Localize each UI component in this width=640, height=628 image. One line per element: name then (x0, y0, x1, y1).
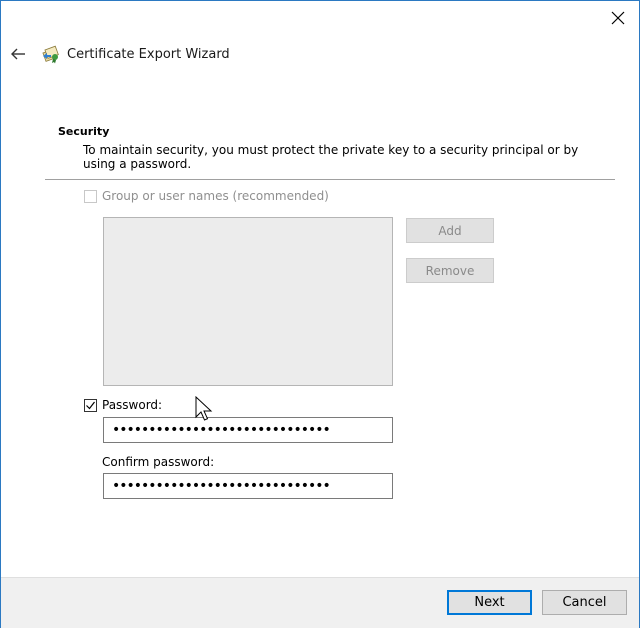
confirm-password-label: Confirm password: (102, 455, 215, 469)
password-label: Password: (102, 398, 163, 412)
mouse-pointer-icon (195, 396, 213, 421)
wizard-title: Certificate Export Wizard (67, 46, 230, 62)
cancel-button[interactable]: Cancel (542, 590, 627, 615)
section-description: To maintain security, you must protect t… (83, 143, 579, 171)
remove-button[interactable]: Remove (406, 258, 494, 283)
back-arrow-icon (11, 48, 25, 60)
password-checkbox[interactable] (84, 399, 97, 412)
group-names-checkbox[interactable] (84, 190, 97, 203)
group-users-listbox[interactable] (103, 217, 393, 386)
checkmark-icon (86, 401, 95, 410)
confirm-password-input[interactable]: •••••••••••••••••••••••••••••• (103, 473, 393, 499)
back-button[interactable] (9, 43, 27, 65)
wizard-window: Certificate Export Wizard Security To ma… (0, 0, 640, 628)
add-button[interactable]: Add (406, 218, 494, 243)
next-button[interactable]: Next (447, 590, 532, 615)
wizard-footer: Next Cancel (1, 577, 639, 628)
close-icon (611, 11, 625, 25)
header-divider (45, 179, 615, 180)
certificate-icon (42, 45, 59, 64)
wizard-header: Certificate Export Wizard (9, 43, 230, 65)
section-heading: Security (58, 125, 110, 138)
close-button[interactable] (601, 3, 635, 33)
group-names-label: Group or user names (recommended) (102, 189, 329, 203)
password-input[interactable]: •••••••••••••••••••••••••••••• (103, 417, 393, 443)
